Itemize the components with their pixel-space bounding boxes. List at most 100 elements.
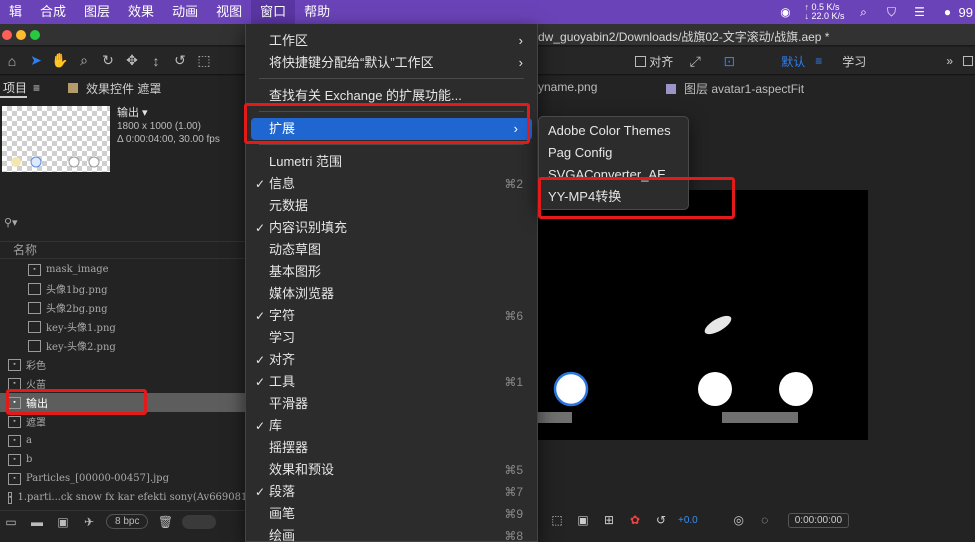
window-menu-item[interactable]: 将快捷键分配给“默认”工作区 › — [246, 52, 537, 74]
menu-view[interactable]: 视图 — [207, 0, 251, 24]
window-menu-item[interactable]: Lumetri 范围 — [246, 151, 537, 173]
show-snapshot-icon[interactable]: ◌ — [756, 513, 774, 527]
new-comp-icon[interactable]: ▣ — [54, 515, 72, 529]
reset-exposure-icon[interactable]: ↺ — [652, 513, 670, 527]
menu-help[interactable]: 帮助 — [295, 0, 339, 24]
project-item[interactable]: ▪ b — [0, 450, 245, 469]
control-center-icon[interactable]: ☰ — [911, 5, 929, 19]
zoom-tool-icon[interactable]: ⌕ — [72, 50, 96, 72]
snapshot-icon[interactable]: ◎ — [730, 513, 748, 527]
tab-project[interactable]: 项目 — [0, 79, 28, 98]
app-status-icon[interactable]: ◉ — [777, 5, 795, 19]
window-menu-item[interactable]: 动态草图 — [246, 239, 537, 261]
bpc-button[interactable]: 8 bpc — [106, 514, 149, 529]
render-queue-icon[interactable]: ✈ — [80, 515, 98, 529]
workspace-menu-icon[interactable]: ≡ — [815, 54, 822, 68]
tab-footage[interactable]: yname.png — [538, 80, 597, 94]
window-menu-item[interactable]: 平滑器 — [246, 393, 537, 415]
pan-tool-icon[interactable]: ✥ — [120, 50, 144, 72]
transparency-grid-icon[interactable]: ▣ — [574, 513, 592, 527]
panel-menu-icon[interactable]: ≡ — [33, 81, 40, 95]
grid-snap-icon[interactable]: ⊡ — [717, 50, 741, 72]
extension-item[interactable]: Pag Config — [539, 142, 688, 164]
menu-animation[interactable]: 动画 — [163, 0, 207, 24]
window-menu-item[interactable]: 元数据 — [246, 195, 537, 217]
minimize-window-button[interactable] — [16, 30, 26, 40]
menu-edit[interactable]: 辑 — [0, 0, 31, 24]
extension-item[interactable]: Adobe Color Themes — [539, 120, 688, 142]
window-menu-item[interactable]: 基本图形 — [246, 261, 537, 283]
mask-toggle-icon[interactable]: ⊞ — [600, 513, 618, 527]
notification-badge[interactable]: ● 99 — [939, 5, 973, 20]
thumbnail-slider[interactable] — [182, 514, 217, 529]
comp-info: 输出 ▾ 1800 x 1000 (1.00) Δ 0:00:04:00, 30… — [117, 107, 220, 146]
window-menu-item[interactable]: ✓ 工具 ⌘1 — [246, 371, 537, 393]
shield-icon[interactable]: ⛉ — [883, 5, 901, 19]
pan-behind-tool-icon[interactable]: ⬚ — [192, 50, 216, 72]
project-item-label: a — [26, 435, 32, 446]
menu-composition[interactable]: 合成 — [31, 0, 75, 24]
window-menu-item[interactable]: ✓ 信息 ⌘2 — [246, 173, 537, 195]
more-workspaces-icon[interactable]: » — [946, 54, 953, 68]
window-menu-item[interactable]: ✓ 对齐 — [246, 349, 537, 371]
project-item[interactable]: ▪ a — [0, 431, 245, 450]
menu-effect[interactable]: 效果 — [119, 0, 163, 24]
comp-name[interactable]: 输出 ▾ — [117, 107, 220, 120]
dolly-tool-icon[interactable]: ↕ — [144, 50, 168, 72]
project-item[interactable]: 头像2bg.png — [0, 298, 245, 317]
menu-shortcut: ⌘1 — [504, 375, 523, 389]
project-item[interactable]: ▪ Particles_[00000-00457].jpg — [0, 469, 245, 488]
rotate-tool-icon[interactable]: ↺ — [168, 50, 192, 72]
project-item[interactable]: key-头像2.png — [0, 336, 245, 355]
project-item[interactable]: key-头像1.png — [0, 317, 245, 336]
message-icon: ● — [943, 5, 952, 19]
window-menu-item[interactable]: 学习 — [246, 327, 537, 349]
composition-canvas[interactable] — [538, 190, 868, 440]
window-menu-item[interactable]: 绘画 ⌘8 — [246, 525, 537, 542]
window-menu-item[interactable]: 画笔 ⌘9 — [246, 503, 537, 525]
trash-icon[interactable]: 🗑 — [156, 515, 174, 529]
selection-tool-icon[interactable]: ➤ — [24, 50, 48, 72]
workspace-default[interactable]: 默认 — [781, 53, 805, 70]
zoom-window-button[interactable] — [30, 30, 40, 40]
workspace-learn[interactable]: 学习 — [842, 53, 866, 70]
hand-tool-icon[interactable]: ✋ — [48, 50, 72, 72]
new-folder-icon[interactable]: ▬ — [28, 515, 46, 529]
menu-item-label: 平滑器 — [269, 396, 309, 411]
project-item[interactable]: ▪ 1.parti...ck snow fx kar efekti sony(Av… — [0, 488, 270, 507]
search-icon: ⚲▾ — [4, 217, 18, 229]
exposure-value[interactable]: +0.0 — [678, 515, 698, 526]
menu-layer[interactable]: 图层 — [75, 0, 119, 24]
project-item[interactable]: 头像1bg.png — [0, 279, 245, 298]
region-icon[interactable]: ⬚ — [548, 513, 566, 527]
align-toggle[interactable]: 对齐 — [635, 53, 673, 70]
window-menu-item[interactable]: ✓ 内容识别填充 — [246, 217, 537, 239]
spotlight-icon[interactable]: ⌕ — [855, 5, 873, 19]
orbit-tool-icon[interactable]: ↻ — [96, 50, 120, 72]
menu-window[interactable]: 窗口 — [251, 0, 296, 24]
window-menu-item[interactable]: 工作区 › — [246, 30, 537, 52]
tab-effect-controls[interactable]: 效果控件 遮罩 — [86, 80, 161, 97]
tab-layer-label: 图层 avatar1-aspectFit — [684, 82, 805, 96]
checkmark-icon: ✓ — [255, 221, 266, 235]
channel-icon[interactable]: ✿ — [626, 513, 644, 527]
close-window-button[interactable] — [2, 30, 12, 40]
project-item-label: 彩色 — [26, 361, 46, 372]
column-header-name[interactable]: 名称 — [0, 241, 245, 259]
project-item[interactable]: ▪ mask_image — [0, 260, 245, 279]
window-menu-item[interactable]: 效果和预设 ⌘5 — [246, 459, 537, 481]
search-help-icon[interactable] — [963, 56, 973, 66]
timecode[interactable]: 0:00:00:00 — [787, 512, 850, 528]
interpret-footage-icon[interactable]: ▭ — [2, 515, 20, 529]
home-icon[interactable]: ⌂ — [0, 50, 24, 72]
tab-layer[interactable]: 图层 avatar1-aspectFit — [666, 80, 804, 97]
project-item[interactable]: ▪ 彩色 — [0, 355, 245, 374]
window-menu-item[interactable]: ✓ 字符 ⌘6 — [246, 305, 537, 327]
project-search-input[interactable]: ⚲▾ — [4, 216, 18, 229]
snap-icon[interactable]: ⤢ — [683, 50, 707, 72]
window-menu-item[interactable]: 媒体浏览器 — [246, 283, 537, 305]
window-menu-item[interactable]: ✓ 库 — [246, 415, 537, 437]
window-menu-item[interactable]: 摇摆器 — [246, 437, 537, 459]
window-menu-item[interactable]: ✓ 段落 ⌘7 — [246, 481, 537, 503]
menu-item-label: 对齐 — [269, 352, 296, 367]
